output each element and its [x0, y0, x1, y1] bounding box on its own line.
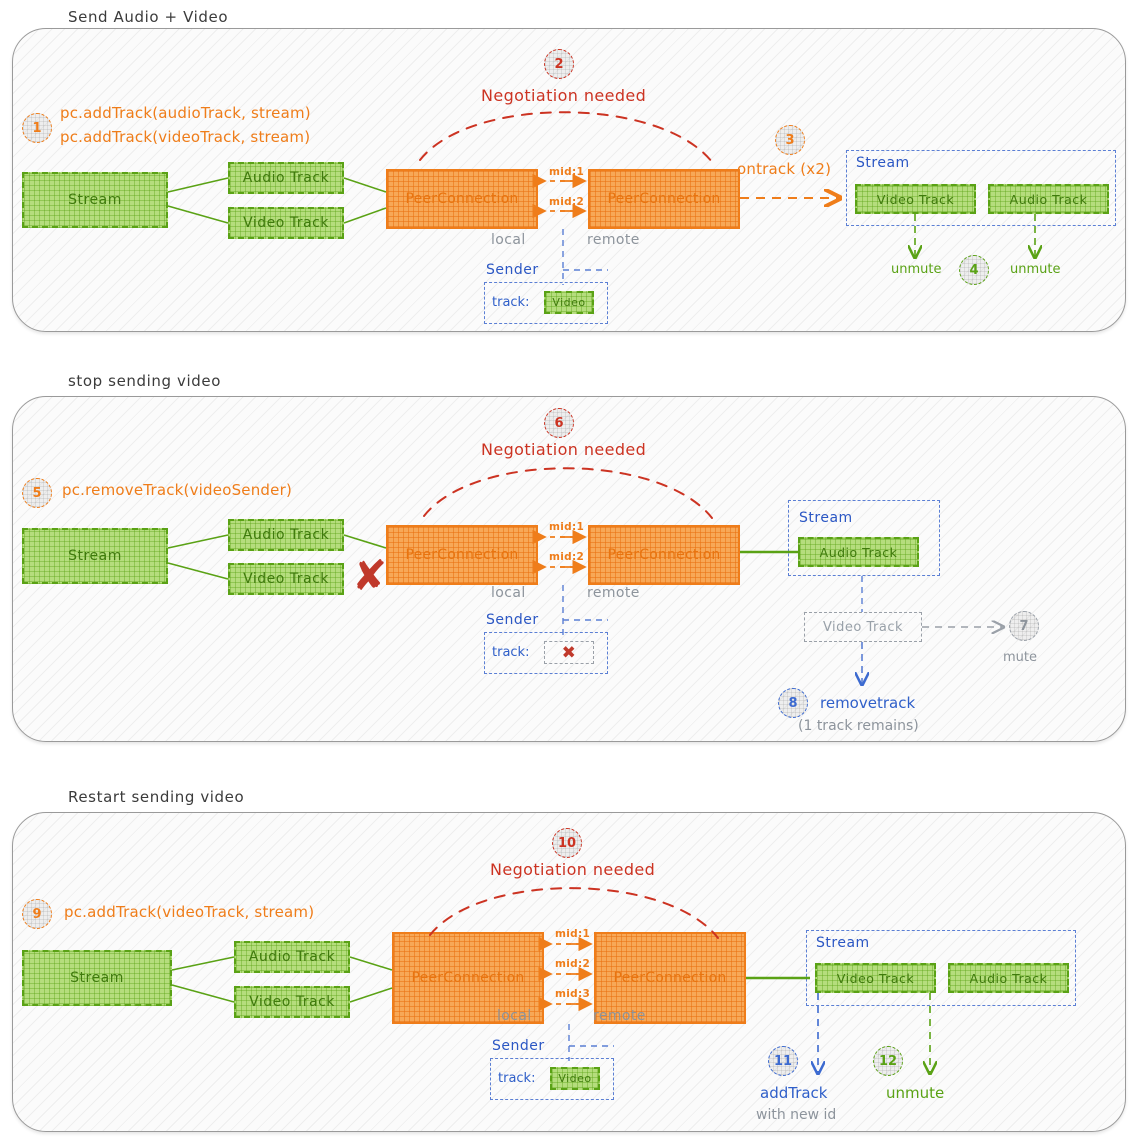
- panel-3-remote-stream-label: Stream: [816, 935, 870, 951]
- panel-3-code-line-1: pc.addTrack(videoTrack, stream): [64, 903, 315, 921]
- panel-1-remote-audio-track: Audio Track: [988, 184, 1109, 214]
- panel-3-audio-track: Audio Track: [234, 941, 350, 973]
- panel-2-pc-remote: PeerConnection: [588, 525, 740, 585]
- panel-3-remote-audio-track: Audio Track: [948, 963, 1069, 993]
- step-badge-6: 6: [544, 408, 574, 438]
- step-badge-12: 12: [873, 1046, 903, 1076]
- panel-2-track-x-icon: ✘: [352, 551, 388, 600]
- panel-2-sender-track-value: ✖: [544, 641, 594, 664]
- panel-3-sender-track-value: Video: [550, 1067, 600, 1090]
- panel-1-local-stream: Stream: [22, 172, 168, 228]
- panel-2-mute-label: mute: [1003, 650, 1037, 665]
- panel-3-local-label: local: [497, 1008, 532, 1024]
- panel-3-video-track: Video Track: [234, 986, 350, 1018]
- step-badge-8: 8: [778, 688, 808, 718]
- panel-1-code-line-1: pc.addTrack(audioTrack, stream): [60, 104, 311, 122]
- panel-2-negotiation-label: Negotiation needed: [481, 440, 647, 459]
- panel-3-sender-track-label: track:: [498, 1071, 536, 1086]
- panel-2-audio-track: Audio Track: [228, 519, 344, 551]
- step-badge-2: 2: [544, 49, 574, 79]
- panel-2-removed-video-track: Video Track: [804, 612, 922, 642]
- panel-2-sender-label: Sender: [486, 612, 539, 628]
- panel-1-title: Send Audio + Video: [68, 8, 229, 26]
- step-badge-3: 3: [775, 125, 805, 155]
- panel-2-video-track: Video Track: [228, 563, 344, 595]
- step-badge-9: 9: [22, 899, 52, 929]
- step-badge-5: 5: [22, 478, 52, 508]
- panel-1-pc-local: PeerConnection: [386, 169, 538, 229]
- panel-2-mid-2: mid:2: [549, 551, 585, 563]
- panel-3-addtrack-label: addTrack: [760, 1084, 828, 1102]
- panel-1-pc-remote: PeerConnection: [588, 169, 740, 229]
- panel-1-mid-1: mid:1: [549, 166, 585, 178]
- panel-2-remote-label: remote: [587, 585, 640, 601]
- panel-2-title: stop sending video: [68, 372, 221, 390]
- diagram-canvas: Send Audio + Video 1 pc.addTrack(audioTr…: [0, 0, 1140, 1140]
- panel-3-addtrack-sub: with new id: [756, 1107, 837, 1123]
- panel-3-remote-label: remote: [593, 1008, 646, 1024]
- panel-3-title: Restart sending video: [68, 788, 245, 806]
- panel-3-local-stream: Stream: [22, 950, 172, 1006]
- panel-3-mid-3: mid:3: [555, 988, 591, 1000]
- panel-2-removetrack-sub: (1 track remains): [798, 718, 919, 734]
- panel-1-video-track: Video Track: [228, 207, 344, 239]
- panel-2-remote-audio-track: Audio Track: [798, 537, 919, 567]
- panel-1-remote-video-track: Video Track: [855, 184, 976, 214]
- panel-1-code-line-2: pc.addTrack(videoTrack, stream): [60, 128, 311, 146]
- panel-2-pc-local: PeerConnection: [386, 525, 538, 585]
- step-badge-11: 11: [768, 1046, 798, 1076]
- panel-3-negotiation-label: Negotiation needed: [490, 860, 656, 879]
- panel-1-mid-2: mid:2: [549, 196, 585, 208]
- panel-3-mid-1: mid:1: [555, 928, 591, 940]
- panel-1-unmute-video: unmute: [891, 262, 942, 277]
- panel-1-negotiation-label: Negotiation needed: [481, 86, 647, 105]
- panel-1-unmute-audio: unmute: [1010, 262, 1061, 277]
- panel-2-remote-stream-label: Stream: [799, 510, 853, 526]
- panel-2-local-label: local: [491, 585, 526, 601]
- panel-1-audio-track: Audio Track: [228, 162, 344, 194]
- step-badge-7: 7: [1009, 611, 1039, 641]
- panel-3-remote-video-track: Video Track: [815, 963, 936, 993]
- panel-3-unmute-label: unmute: [886, 1084, 945, 1102]
- panel-2-removetrack-label: removetrack: [820, 694, 916, 712]
- step-badge-1: 1: [22, 113, 52, 143]
- panel-1-sender-track-value: Video: [544, 291, 594, 314]
- panel-1-sender-label: Sender: [486, 262, 539, 278]
- panel-1-remote-stream-label: Stream: [856, 155, 910, 171]
- panel-2-code-line-1: pc.removeTrack(videoSender): [62, 481, 292, 499]
- panel-2-sender-track-label: track:: [492, 645, 530, 660]
- step-badge-10: 10: [552, 828, 582, 858]
- panel-1-local-label: local: [491, 232, 526, 248]
- panel-2-local-stream: Stream: [22, 528, 168, 584]
- panel-2-mid-1: mid:1: [549, 521, 585, 533]
- panel-3-mid-2: mid:2: [555, 958, 591, 970]
- panel-1-remote-label: remote: [587, 232, 640, 248]
- step-badge-4: 4: [959, 255, 989, 285]
- panel-3-sender-label: Sender: [492, 1038, 545, 1054]
- panel-1-sender-track-label: track:: [492, 295, 530, 310]
- panel-1-ontrack-label: ontrack (x2): [737, 160, 832, 178]
